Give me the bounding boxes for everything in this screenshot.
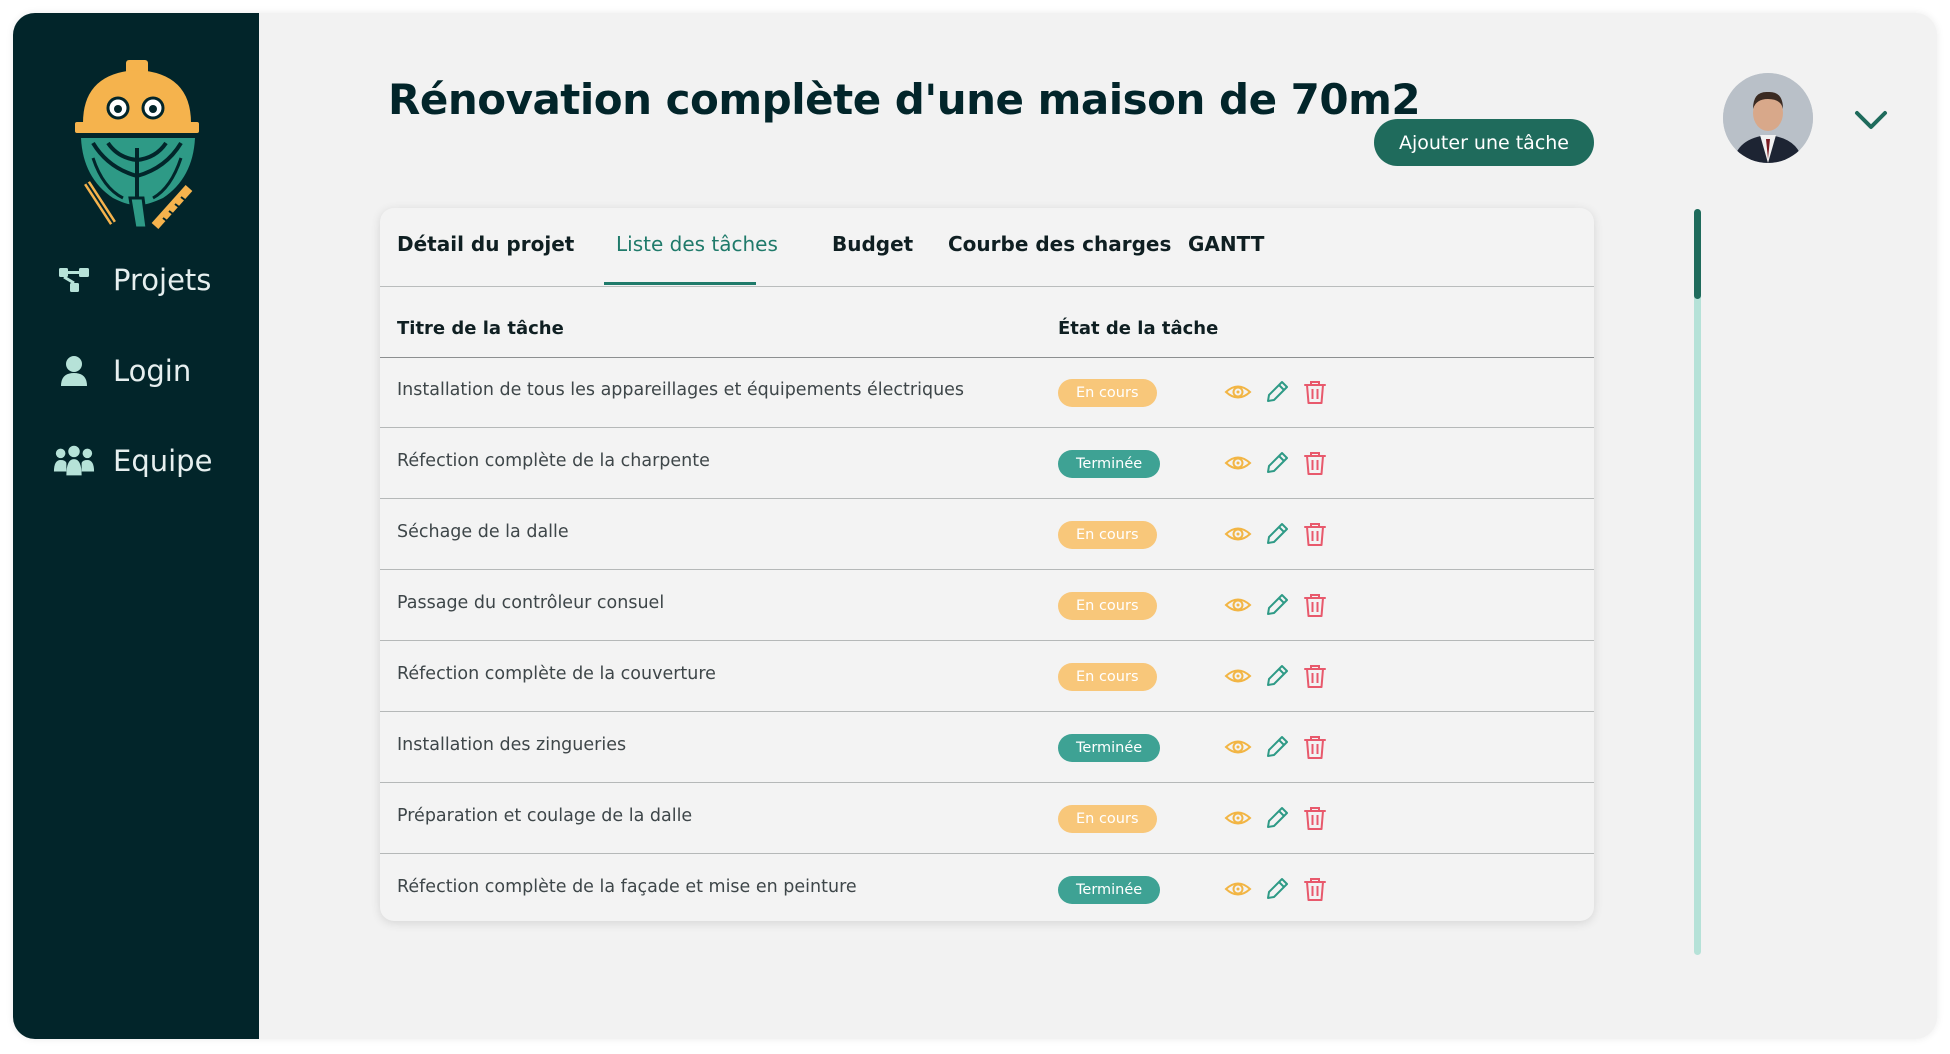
tab-gantt[interactable]: GANTT [1188,232,1264,256]
task-title: Préparation et coulage de la dalle [397,806,693,826]
table-row: Passage du contrôleur consuel En cours [380,570,1594,641]
eye-icon[interactable] [1223,590,1253,620]
pencil-icon[interactable] [1262,803,1292,833]
trash-icon[interactable] [1300,590,1330,620]
sidebar: Projets Login Equipe [13,13,259,1039]
table-row: Réfection complète de la charpente Termin… [380,428,1594,499]
trash-icon[interactable] [1300,803,1330,833]
chevron-down-icon[interactable] [1853,108,1889,132]
task-title: Réfection complète de la façade et mise … [397,877,857,897]
page-title: Rénovation complète d'une maison de 70m2 [388,75,1421,124]
user-icon [53,352,95,390]
add-task-button[interactable]: Ajouter une tâche [1374,119,1594,166]
project-tree-icon [53,261,95,299]
eye-icon[interactable] [1223,874,1253,904]
table-row: Installation des zingueries Terminée [380,712,1594,783]
task-title: Passage du contrôleur consuel [397,593,665,613]
status-badge: En cours [1058,379,1157,407]
status-badge: En cours [1058,805,1157,833]
table-row: Installation de tous les appareillages e… [380,357,1594,428]
tab-courbe-charges[interactable]: Courbe des charges [948,232,1171,256]
eye-icon[interactable] [1223,661,1253,691]
status-badge: Terminée [1058,734,1161,762]
eye-icon[interactable] [1223,732,1253,762]
sidebar-item-login[interactable]: Login [53,348,253,394]
column-header-title: Titre de la tâche [397,318,564,339]
team-icon [53,442,95,480]
tab-detail-projet[interactable]: Détail du projet [397,232,574,256]
task-title: Réfection complète de la charpente [397,451,710,471]
pencil-icon[interactable] [1262,661,1292,691]
active-tab-indicator [604,282,756,285]
status-badge: En cours [1058,663,1157,691]
status-badge: Terminée [1058,450,1161,478]
pencil-icon[interactable] [1262,519,1292,549]
trash-icon[interactable] [1300,661,1330,691]
task-list-card: Détail du projet Liste des tâches Budget… [380,208,1594,921]
status-badge: Terminée [1058,876,1161,904]
sidebar-item-label: Equipe [113,444,213,478]
pencil-icon[interactable] [1262,732,1292,762]
sidebar-item-equipe[interactable]: Equipe [53,438,253,484]
app-window: Projets Login Equipe Rénovation complète… [13,13,1937,1039]
trash-icon[interactable] [1300,519,1330,549]
task-title: Installation de tous les appareillages e… [397,380,965,400]
table-row: Réfection complète de la façade et mise … [380,854,1594,924]
trash-icon[interactable] [1300,874,1330,904]
task-title: Installation des zingueries [397,735,627,755]
eye-icon[interactable] [1223,519,1253,549]
trash-icon[interactable] [1300,732,1330,762]
eye-icon[interactable] [1223,448,1253,478]
table-row: Réfection complète de la couverture En co… [380,641,1594,712]
pencil-icon[interactable] [1262,590,1292,620]
status-badge: En cours [1058,592,1157,620]
task-title: Réfection complète de la couverture [397,664,716,684]
status-badge: En cours [1058,521,1157,549]
pencil-icon[interactable] [1262,448,1292,478]
tab-budget[interactable]: Budget [832,232,913,256]
table-row: Préparation et coulage de la dalle En cou… [380,783,1594,854]
table-header: Titre de la tâche État de la tâche [380,286,1594,358]
artichoke-logo-icon [73,48,203,233]
task-title: Séchage de la dalle [397,522,569,542]
sidebar-item-label: Login [113,354,192,388]
pencil-icon[interactable] [1262,377,1292,407]
tab-bar: Détail du projet Liste des tâches Budget… [380,208,1594,287]
trash-icon[interactable] [1300,448,1330,478]
sidebar-item-projets[interactable]: Projets [53,257,253,303]
scrollbar-thumb[interactable] [1694,209,1701,299]
eye-icon[interactable] [1223,377,1253,407]
trash-icon[interactable] [1300,377,1330,407]
column-header-status: État de la tâche [1058,318,1219,339]
table-row: Séchage de la dalle En cours [380,499,1594,570]
sidebar-item-label: Projets [113,263,212,297]
eye-icon[interactable] [1223,803,1253,833]
tab-liste-taches[interactable]: Liste des tâches [616,232,778,256]
user-avatar[interactable] [1723,73,1813,163]
scrollbar-track[interactable] [1694,209,1701,955]
pencil-icon[interactable] [1262,874,1292,904]
